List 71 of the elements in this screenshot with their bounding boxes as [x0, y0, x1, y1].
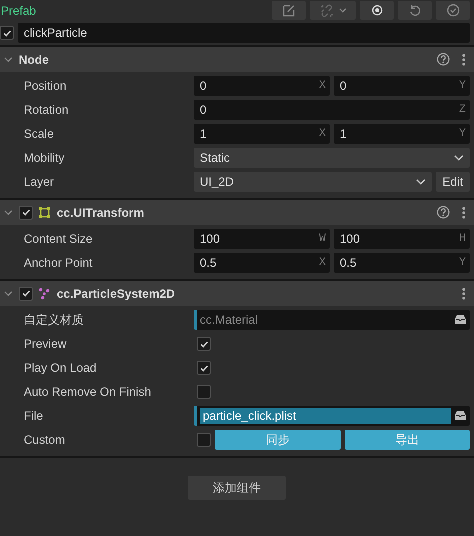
more-icon[interactable]: [462, 206, 466, 218]
chevron-icon: [4, 210, 13, 216]
section-header[interactable]: Node: [0, 47, 474, 72]
number-field[interactable]: 0.5 X: [194, 253, 330, 273]
asset-field[interactable]: cc.Material: [194, 310, 470, 330]
edit-button[interactable]: [272, 1, 306, 20]
checkbox[interactable]: [19, 206, 33, 220]
property-label: 自定义材质: [23, 312, 85, 328]
section-header[interactable]: cc.ParticleSystem2D: [0, 281, 474, 306]
caret-icon: [338, 8, 346, 14]
number-field[interactable]: 0.5 Y: [334, 253, 470, 273]
dropdown[interactable]: Static: [194, 148, 470, 168]
inbox-icon[interactable]: [455, 411, 466, 421]
dropdown[interactable]: UI_2D: [194, 172, 432, 192]
property-label: Scale: [23, 127, 56, 141]
property-label: Position: [23, 79, 68, 93]
number-field[interactable]: 1 X: [194, 124, 330, 144]
target-icon: [370, 4, 384, 17]
chevron-icon: [4, 56, 13, 62]
property-label: Content Size: [23, 232, 94, 246]
caret-icon: [416, 179, 426, 185]
help-icon[interactable]: [437, 206, 450, 219]
checkmark-icon: [2, 28, 12, 38]
prefab-label: Prefab: [0, 4, 36, 18]
section-title: cc.UITransform: [57, 206, 144, 220]
add-component-button[interactable]: 添加组件: [188, 476, 286, 500]
section-title: Node: [19, 52, 49, 66]
more-icon[interactable]: [462, 288, 466, 300]
asset-field[interactable]: particle_click.plist: [194, 406, 470, 426]
more-icon[interactable]: [462, 54, 466, 66]
number-field[interactable]: 100 W: [194, 229, 330, 249]
check-circle-icon: [446, 4, 460, 17]
broken-link-icon: [320, 4, 334, 18]
caret-icon: [454, 155, 464, 161]
node-name-field[interactable]: clickParticle: [18, 23, 470, 43]
property-label: Play On Load: [23, 361, 98, 375]
section-header[interactable]: cc.UITransform: [0, 200, 474, 225]
number-field[interactable]: 1 Y: [334, 124, 470, 144]
checkmark-icon: [22, 289, 30, 298]
number-field[interactable]: 100 H: [334, 229, 470, 249]
checkmark-icon: [22, 208, 30, 217]
edit-button[interactable]: Edit: [436, 172, 470, 192]
checkbox[interactable]: [197, 385, 211, 399]
undo-icon: [409, 4, 421, 16]
property-label: File: [23, 409, 44, 423]
number-field[interactable]: 0 X: [194, 76, 330, 96]
section-title: cc.ParticleSystem2D: [57, 286, 176, 300]
number-field[interactable]: 0 Z: [194, 100, 470, 120]
help-icon[interactable]: [437, 53, 450, 66]
property-label: Mobility: [23, 151, 66, 165]
checkmark-icon: [200, 340, 208, 348]
edit-icon: [283, 4, 295, 16]
property-label: Anchor Point: [23, 256, 94, 270]
checkmark-icon: [200, 364, 208, 372]
property-label: Preview: [23, 337, 68, 351]
checkbox[interactable]: [197, 361, 211, 375]
checkbox[interactable]: [19, 286, 33, 300]
checkbox[interactable]: [197, 337, 211, 351]
apply-button[interactable]: [436, 1, 470, 20]
frame-icon: [39, 206, 51, 218]
chevron-icon: [4, 290, 13, 296]
property-label: Custom: [23, 433, 66, 447]
checkbox[interactable]: [0, 26, 14, 40]
property-label: Rotation: [23, 103, 70, 117]
locate-button[interactable]: [360, 1, 394, 20]
property-label: Layer: [23, 175, 56, 189]
checkbox[interactable]: [197, 433, 211, 447]
particles-icon: [39, 288, 51, 300]
property-label: Auto Remove On Finish: [23, 385, 152, 399]
inbox-icon[interactable]: [455, 315, 466, 325]
number-field[interactable]: 0 Y: [334, 76, 470, 96]
